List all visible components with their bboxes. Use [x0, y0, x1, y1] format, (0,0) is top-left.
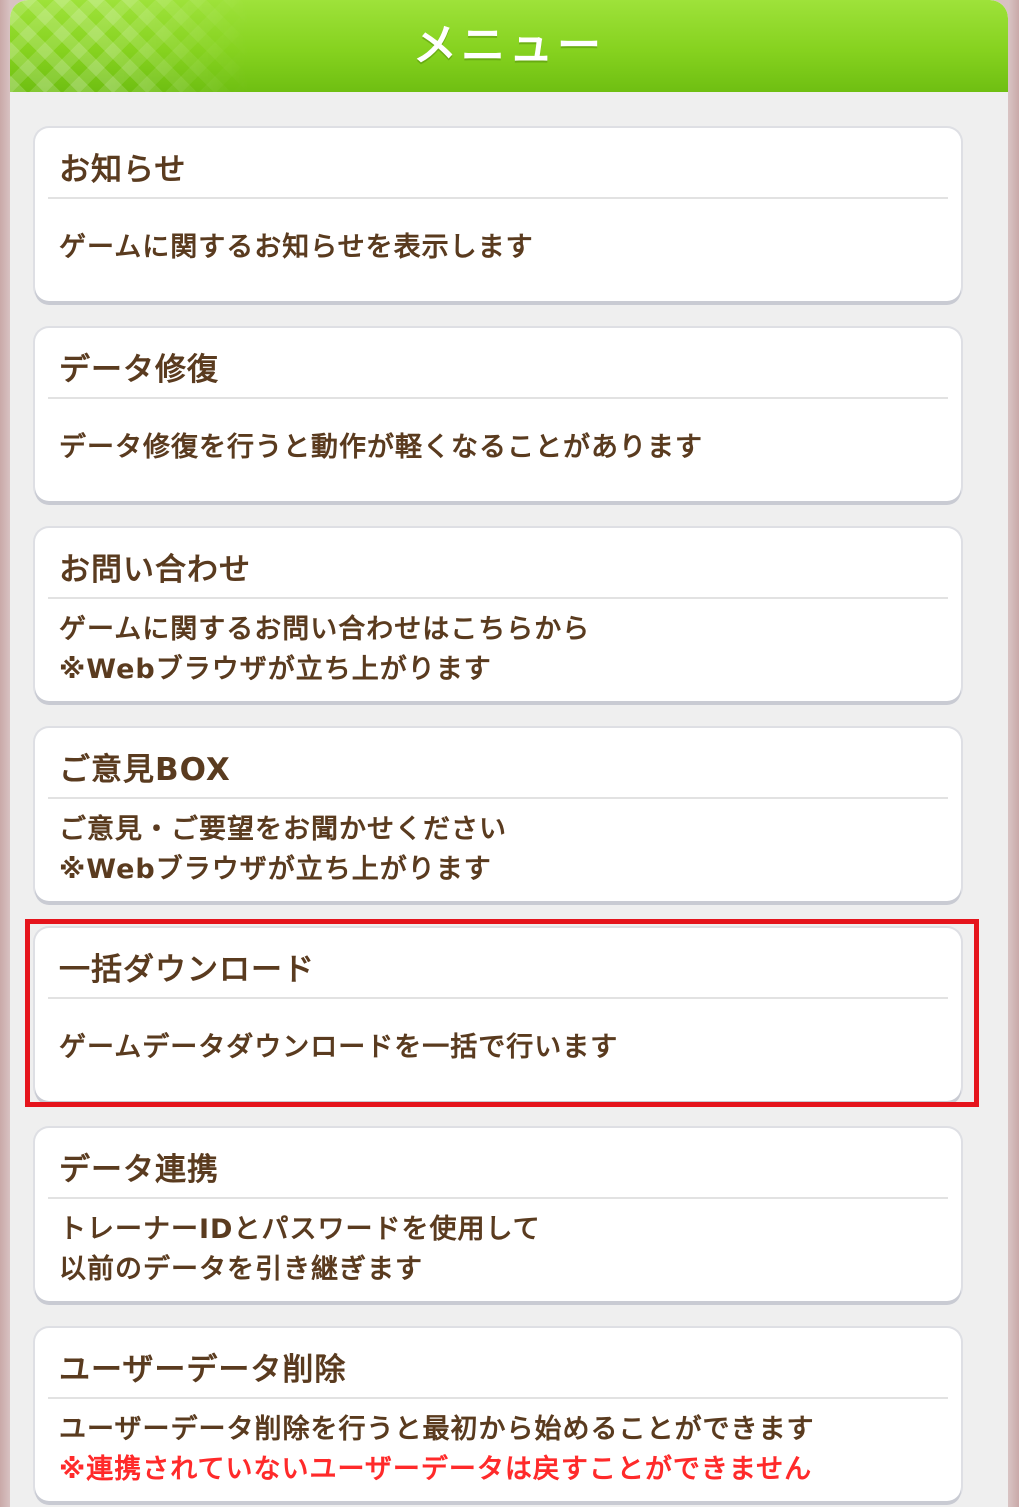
warning-line: ※連携されていないユーザーデータは戻すことができません: [59, 1454, 813, 1485]
menu-title: メニュー: [413, 20, 605, 71]
description-line: 以前のデータを引き継ぎます: [59, 1254, 423, 1285]
description-line: ゲームに関するお知らせを表示します: [59, 232, 534, 263]
divider: [48, 797, 948, 799]
menu-item-title: データ修復: [59, 352, 219, 388]
menu-item-data-repair[interactable]: データ修復 データ修復を行うと動作が軽くなることがあります: [35, 328, 961, 501]
description-line: ゲームに関するお問い合わせはこちらから: [59, 614, 591, 645]
menu-item-description: トレーナーIDとパスワードを使用して 以前のデータを引き継ぎます: [59, 1210, 541, 1290]
divider: [48, 397, 948, 399]
menu-item-news[interactable]: お知らせ ゲームに関するお知らせを表示します: [35, 128, 961, 301]
menu-item-title: 一括ダウンロード: [59, 952, 315, 988]
divider: [48, 997, 948, 999]
description-line: ※Webブラウザが立ち上がります: [59, 654, 492, 685]
description-line: ユーザーデータ削除を行うと最初から始めることができます: [59, 1414, 815, 1445]
menu-header: メニュー: [10, 0, 1008, 92]
menu-item-data-link[interactable]: データ連携 トレーナーIDとパスワードを使用して 以前のデータを引き継ぎます: [35, 1128, 961, 1301]
description-line: データ修復を行うと動作が軽くなることがあります: [59, 432, 703, 463]
description-line: ゲームデータダウンロードを一括で行います: [59, 1032, 619, 1063]
menu-item-inquiry[interactable]: お問い合わせ ゲームに関するお問い合わせはこちらから ※Webブラウザが立ち上が…: [35, 528, 961, 701]
menu-item-title: データ連携: [59, 1152, 219, 1188]
menu-item-delete-user-data[interactable]: ユーザーデータ削除 ユーザーデータ削除を行うと最初から始めることができます ※連…: [35, 1328, 961, 1501]
menu-item-bulk-download[interactable]: 一括ダウンロード ゲームデータダウンロードを一括で行います: [35, 928, 961, 1101]
menu-item-description: ゲームに関するお問い合わせはこちらから ※Webブラウザが立ち上がります: [59, 610, 590, 690]
menu-item-description: ユーザーデータ削除を行うと最初から始めることができます ※連携されていないユーザ…: [59, 1410, 814, 1490]
description-line: トレーナーIDとパスワードを使用して: [59, 1214, 541, 1245]
menu-item-title: お問い合わせ: [59, 552, 251, 588]
description-line: ※Webブラウザが立ち上がります: [59, 854, 492, 885]
menu-item-title: お知らせ: [59, 152, 187, 188]
menu-item-description: ゲームデータダウンロードを一括で行います: [59, 1028, 618, 1068]
menu-item-feedback-box[interactable]: ご意見BOX ご意見・ご要望をお聞かせください ※Webブラウザが立ち上がります: [35, 728, 961, 901]
menu-item-description: データ修復を行うと動作が軽くなることがあります: [59, 428, 703, 468]
divider: [48, 197, 948, 199]
menu-item-description: ゲームに関するお知らせを表示します: [59, 228, 534, 268]
divider: [48, 1397, 948, 1399]
menu-item-title: ユーザーデータ削除: [59, 1352, 347, 1388]
description-line: ご意見・ご要望をお聞かせください: [59, 814, 507, 845]
divider: [48, 1197, 948, 1199]
divider: [48, 597, 948, 599]
menu-item-description: ご意見・ご要望をお聞かせください ※Webブラウザが立ち上がります: [59, 810, 507, 890]
menu-item-title: ご意見BOX: [59, 752, 231, 788]
